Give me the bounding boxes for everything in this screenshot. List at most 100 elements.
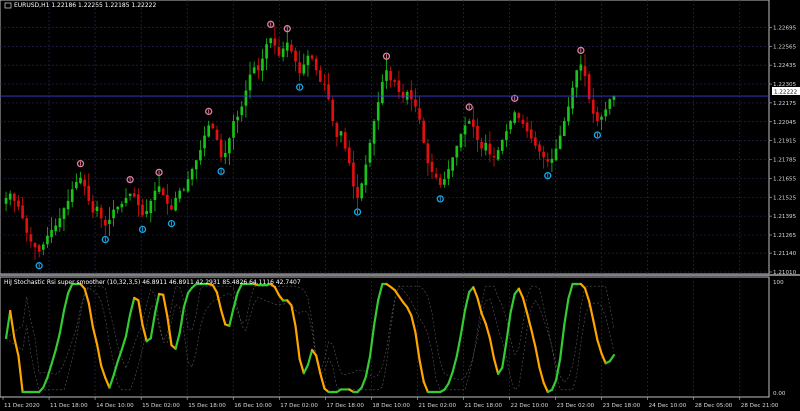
candle-body [265,44,268,59]
candle-body [426,143,430,164]
candle-body [376,102,380,121]
candle-body [492,155,496,158]
candle-body [269,38,273,44]
candle-body [554,148,558,161]
candle-body [612,96,616,100]
candle-body [46,235,49,245]
candle-body [124,197,128,203]
candle-body [25,218,29,233]
candle-body [157,186,161,192]
candle-body [575,70,579,88]
candle-body [4,197,8,204]
candle-body [116,206,120,210]
candle-body [228,138,231,154]
candle-body [339,131,343,136]
candle-body [521,119,525,124]
candle-body [194,160,198,170]
candle-body [323,83,326,85]
time-tick-label: 28 Dec 05:00 [695,403,733,409]
pane-separator[interactable] [0,274,800,276]
candle-body [215,129,219,140]
candle-body [364,164,368,186]
candle-body [397,80,401,93]
candle-body [240,106,244,116]
indicator-level-top: 100 [773,280,784,286]
candle-body [182,189,186,191]
time-tick-label: 15 Dec 02:00 [142,403,180,409]
candle-body [232,121,235,138]
price-tick-label: 1.22565 [773,44,797,50]
time-tick-label: 24 Dec 10:00 [649,403,687,409]
candle-body [596,112,599,122]
candle-body [153,190,157,201]
candle-body [381,81,384,104]
candle-body [294,50,297,62]
candle-body [451,157,454,171]
candle-body [476,125,479,140]
candle-body [434,173,438,178]
candle-body [285,42,289,51]
candle-body [583,66,587,77]
time-tick-label: 21 Dec 18:00 [464,403,502,409]
candle-body [608,99,612,109]
price-tick-label: 1.21395 [773,214,797,220]
candle-body [190,168,194,180]
candle-body [385,70,388,81]
candle-body [529,129,533,139]
price-tick-label: 1.22695 [773,25,797,31]
indicator-level-bottom: 0.00 [773,391,786,397]
candle-body [37,245,41,252]
candle-body [199,150,202,161]
candle-body [443,179,446,185]
candle-body [99,207,103,219]
candle-body [79,177,82,184]
candle-body [13,193,16,201]
candle-body [75,182,78,189]
candle-body [546,159,550,162]
candle-body [591,99,595,114]
candle-body [203,135,206,149]
candle-body [509,121,512,130]
candle-body [29,234,33,242]
candle-body [558,135,562,149]
candle-body [409,90,413,100]
price-tick-label: 1.21785 [773,158,797,164]
candle-body [178,190,182,199]
candle-body [223,152,227,158]
candle-body [562,121,566,137]
candle-body [389,70,392,81]
candle-body [58,218,62,228]
candle-body [418,108,421,120]
time-tick-label: 11 Dec 18:00 [50,403,88,409]
candle-body [17,200,20,207]
price-tick-label: 1.22435 [773,63,797,69]
time-tick-label: 15 Dec 18:00 [188,403,226,409]
candle-body [91,201,95,213]
candle-body [306,55,310,66]
price-tick-label: 1.21525 [773,195,797,201]
candle-body [103,219,107,226]
candle-body [277,47,281,56]
candle-body [484,142,488,151]
candle-body [298,62,301,74]
current-price-label: 1.22222 [774,90,797,96]
candle-body [463,125,467,135]
candle-body [252,67,256,74]
candle-body [542,151,545,158]
price-tick-label: 1.21915 [773,139,797,145]
indicator-title: HiJ Stochastic Rsi super smoother (10,32… [4,279,301,286]
candle-body [244,90,248,106]
candle-body [517,113,521,119]
candle-body [186,179,190,192]
candle-body [21,205,24,219]
time-tick-label: 11 Dec 2020 [4,403,40,409]
price-tick-label: 1.22175 [773,101,797,107]
trading-chart-window[interactable]: EURUSD,H1 1.22186 1.22255 1.22185 1.2222… [0,0,800,411]
time-tick-label: 17 Dec 02:00 [280,403,318,409]
candle-body [310,55,314,59]
candle-body [161,188,165,196]
candle-body [455,145,459,158]
candle-body [335,123,339,138]
time-tick-label: 23 Dec 02:00 [557,403,595,409]
time-tick-label: 28 Dec 21:00 [741,403,779,409]
